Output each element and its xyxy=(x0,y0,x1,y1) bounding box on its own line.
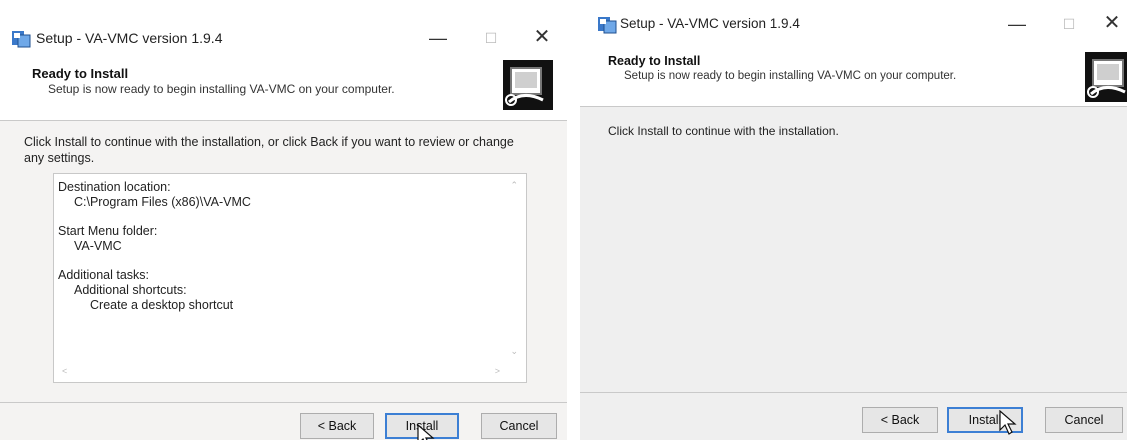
destination-value: C:\Program Files (x86)\VA-VMC xyxy=(74,195,251,209)
setup-window-right: Setup - VA-VMC version 1.9.4 — ☐ ✕ Ready… xyxy=(580,0,1127,440)
tasks-label: Additional tasks: xyxy=(58,268,150,282)
footer-divider xyxy=(0,402,567,403)
back-button[interactable]: < Back xyxy=(862,407,938,433)
maximize-button[interactable]: ☐ xyxy=(1057,14,1081,34)
header-divider xyxy=(0,120,567,121)
destination-label: Destination location: xyxy=(58,180,171,194)
wizard-header: Ready to Install Setup is now ready to b… xyxy=(0,52,567,120)
minimize-button[interactable]: — xyxy=(1005,14,1029,34)
scroll-up-icon[interactable]: ⌃ xyxy=(510,180,518,191)
start-menu-label: Start Menu folder: xyxy=(58,224,158,238)
maximize-button[interactable]: ☐ xyxy=(479,28,503,48)
mouse-pointer-icon xyxy=(417,424,435,440)
instruction-text: Click Install to continue with the insta… xyxy=(608,124,839,138)
start-menu-value: VA-VMC xyxy=(74,239,122,253)
ready-memo-box[interactable]: Destination location: C:\Program Files (… xyxy=(53,173,527,383)
scroll-left-icon[interactable]: < xyxy=(62,366,67,376)
back-button[interactable]: < Back xyxy=(300,413,374,439)
cancel-button[interactable]: Cancel xyxy=(1045,407,1123,433)
header-divider xyxy=(580,106,1127,107)
scroll-down-icon[interactable]: ⌄ xyxy=(510,346,518,357)
page-title: Ready to Install xyxy=(608,54,701,68)
setup-wizard-computer-icon xyxy=(503,60,553,110)
shortcuts-label: Additional shortcuts: xyxy=(74,283,187,297)
close-button[interactable]: ✕ xyxy=(1100,13,1124,33)
setup-wizard-computer-icon xyxy=(1085,52,1127,102)
page-subtitle: Setup is now ready to begin installing V… xyxy=(624,70,957,82)
desktop-shortcut-task: Create a desktop shortcut xyxy=(90,298,234,312)
window-title: Setup - VA-VMC version 1.9.4 xyxy=(36,30,223,46)
minimize-button[interactable]: — xyxy=(426,28,450,48)
setup-window-left: Setup - VA-VMC version 1.9.4 — ☐ ✕ Ready… xyxy=(0,0,567,440)
instruction-text: Click Install to continue with the insta… xyxy=(24,135,514,165)
scroll-right-icon[interactable]: > xyxy=(495,366,500,376)
wizard-header: Ready to Install Setup is now ready to b… xyxy=(580,48,1127,106)
footer-divider xyxy=(580,392,1127,393)
page-title: Ready to Install xyxy=(32,66,129,81)
installer-app-icon xyxy=(598,17,617,34)
mouse-pointer-icon xyxy=(999,410,1017,435)
page-subtitle: Setup is now ready to begin installing V… xyxy=(48,82,395,96)
close-button[interactable]: ✕ xyxy=(530,27,554,47)
cancel-button[interactable]: Cancel xyxy=(481,413,557,439)
window-title: Setup - VA-VMC version 1.9.4 xyxy=(620,16,800,31)
installer-app-icon xyxy=(12,31,31,48)
